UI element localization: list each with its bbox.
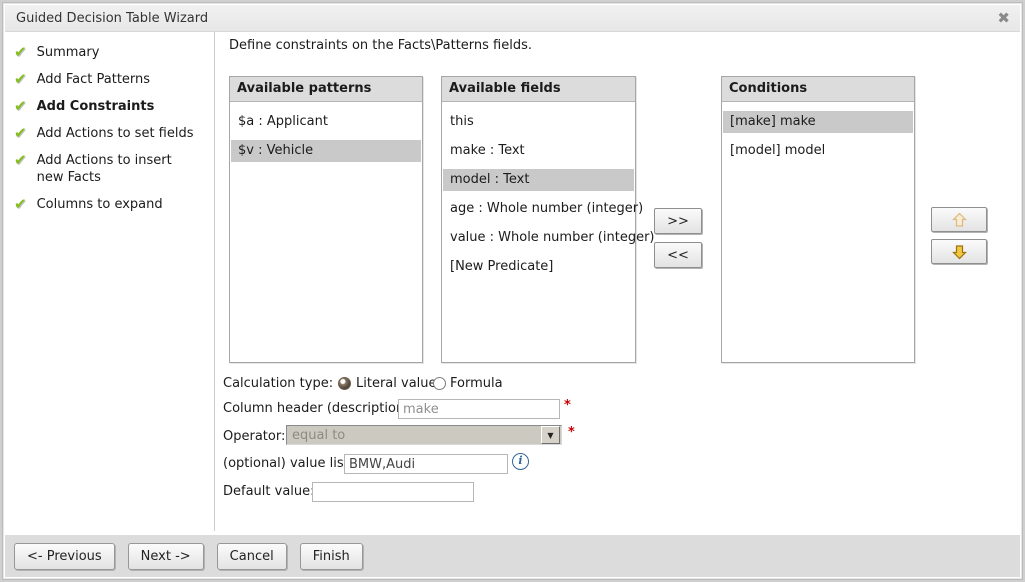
- step-label: Columns to expand: [37, 196, 199, 213]
- list-item[interactable]: age : Whole number (integer): [443, 198, 634, 220]
- sidebar-item-add-actions-set-fields[interactable]: ✔ Add Actions to set fields: [5, 120, 210, 147]
- move-up-button[interactable]: [931, 207, 987, 232]
- operator-label: Operator:: [223, 429, 285, 444]
- required-marker: *: [564, 398, 571, 413]
- check-icon: ✔: [14, 71, 27, 87]
- list-item[interactable]: [make] make: [723, 111, 913, 133]
- down-arrow-icon: [952, 244, 967, 260]
- available-fields-list: Available fields this make : Text model …: [441, 76, 636, 363]
- check-icon: ✔: [14, 125, 27, 141]
- check-icon: ✔: [14, 44, 27, 60]
- available-fields-header: Available fields: [442, 77, 635, 102]
- finish-button[interactable]: Finish: [300, 543, 363, 570]
- column-header-label: Column header (description):: [223, 401, 414, 416]
- default-value-input[interactable]: [312, 482, 474, 502]
- instruction-text: Define constraints on the Facts\Patterns…: [229, 38, 532, 53]
- list-item[interactable]: [New Predicate]: [443, 256, 634, 278]
- up-arrow-icon: [952, 212, 967, 228]
- formula-radio-label[interactable]: Formula: [450, 376, 503, 391]
- wizard-dialog: Guided Decision Table Wizard ✖ ✔ Summary…: [2, 2, 1023, 580]
- add-condition-button[interactable]: >>: [654, 208, 702, 234]
- sidebar-item-summary[interactable]: ✔ Summary: [5, 39, 210, 66]
- close-icon[interactable]: ✖: [997, 11, 1010, 26]
- previous-button[interactable]: <- Previous: [14, 543, 115, 570]
- sidebar-item-add-fact-patterns[interactable]: ✔ Add Fact Patterns: [5, 66, 210, 93]
- list-item[interactable]: value : Whole number (integer): [443, 227, 634, 249]
- required-marker: *: [568, 425, 575, 440]
- available-patterns-header: Available patterns: [230, 77, 422, 102]
- wizard-steps-sidebar: ✔ Summary ✔ Add Fact Patterns ✔ Add Cons…: [5, 33, 210, 531]
- literal-value-radio[interactable]: [338, 377, 351, 390]
- available-patterns-list: Available patterns $a : Applicant $v : V…: [229, 76, 423, 363]
- list-item[interactable]: this: [443, 111, 634, 133]
- step-label: Add Constraints: [37, 98, 199, 115]
- dropdown-button[interactable]: ▼: [541, 426, 560, 444]
- cancel-button[interactable]: Cancel: [217, 543, 287, 570]
- literal-value-radio-label[interactable]: Literal value: [356, 376, 437, 391]
- conditions-list: Conditions [make] make [model] model: [721, 76, 915, 363]
- check-icon: ✔: [14, 98, 27, 114]
- title-bar: Guided Decision Table Wizard ✖: [5, 5, 1020, 32]
- sidebar-item-add-actions-insert-facts[interactable]: ✔ Add Actions to insert new Facts: [5, 147, 210, 191]
- column-header-input[interactable]: [398, 399, 560, 419]
- list-item[interactable]: $v : Vehicle: [231, 140, 421, 162]
- list-item[interactable]: model : Text: [443, 169, 634, 191]
- calculation-type-label: Calculation type:: [223, 376, 333, 391]
- step-label: Add Fact Patterns: [37, 71, 199, 88]
- step-label: Add Actions to insert new Facts: [37, 152, 199, 186]
- default-value-label: Default value:: [223, 484, 315, 499]
- step-label: Add Actions to set fields: [37, 125, 199, 142]
- value-list-input[interactable]: [344, 454, 508, 474]
- check-icon: ✔: [14, 152, 27, 168]
- list-item[interactable]: make : Text: [443, 140, 634, 162]
- operator-selected-value: equal to: [287, 428, 541, 443]
- list-item[interactable]: [model] model: [723, 140, 913, 162]
- next-button[interactable]: Next ->: [128, 543, 204, 570]
- check-icon: ✔: [14, 196, 27, 212]
- footer-bar: <- Previous Next -> Cancel Finish: [5, 533, 1020, 577]
- move-down-button[interactable]: [931, 239, 987, 264]
- info-icon[interactable]: i: [512, 453, 529, 470]
- sidebar-item-columns-to-expand[interactable]: ✔ Columns to expand: [5, 191, 210, 218]
- sidebar-item-add-constraints[interactable]: ✔ Add Constraints: [5, 93, 210, 120]
- chevron-down-icon: ▼: [547, 431, 553, 440]
- step-label: Summary: [37, 44, 199, 61]
- formula-radio[interactable]: [433, 377, 446, 390]
- value-list-label: (optional) value list:: [223, 456, 353, 471]
- dialog-title: Guided Decision Table Wizard: [16, 11, 208, 26]
- conditions-header: Conditions: [722, 77, 914, 102]
- operator-select[interactable]: equal to ▼: [286, 425, 562, 445]
- list-item[interactable]: $a : Applicant: [231, 111, 421, 133]
- sidebar-divider: [214, 32, 215, 531]
- remove-condition-button[interactable]: <<: [654, 242, 702, 268]
